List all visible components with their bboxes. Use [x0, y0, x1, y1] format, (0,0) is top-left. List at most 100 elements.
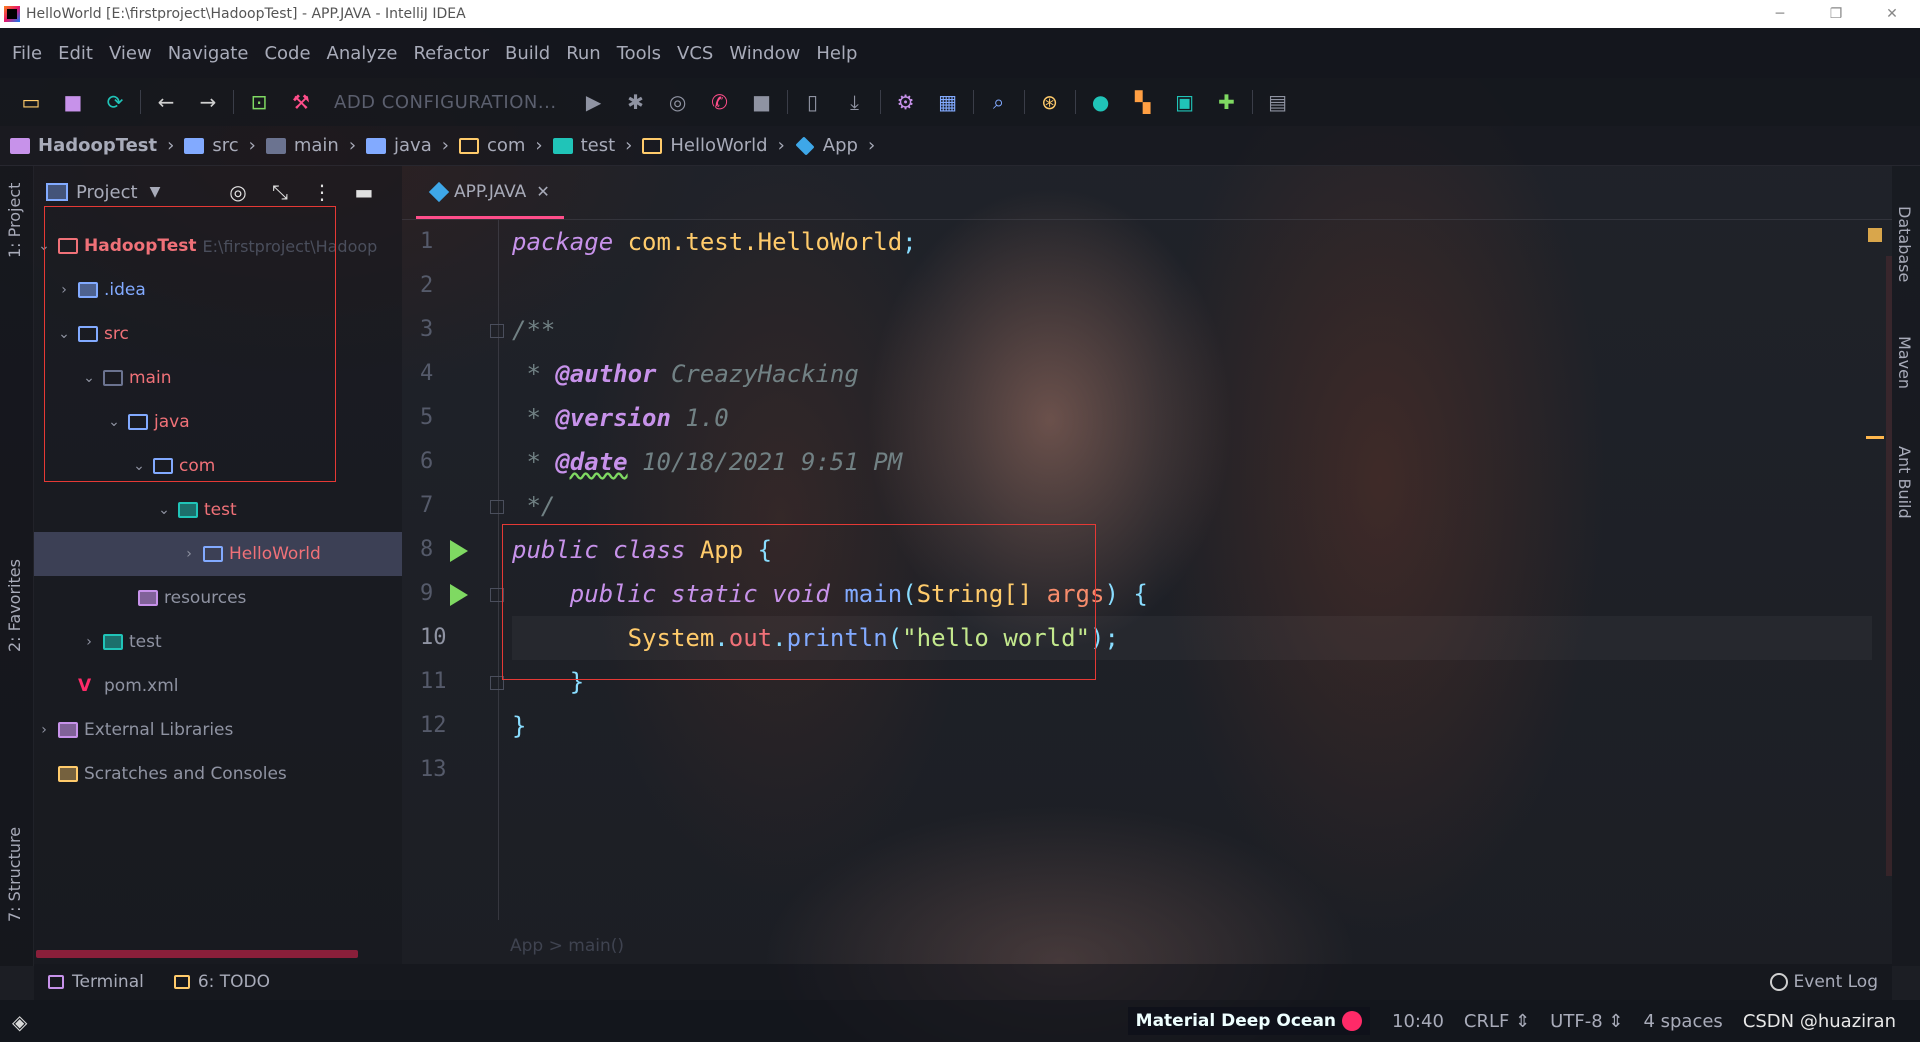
- file-encoding[interactable]: UTF-8 ⇕: [1550, 1011, 1623, 1032]
- breadcrumb-src[interactable]: src: [184, 135, 239, 156]
- terminal-tool-tab[interactable]: Terminal: [48, 972, 144, 992]
- search-icon[interactable]: ⌕: [984, 87, 1014, 117]
- hide-panel-icon[interactable]: ▬: [350, 180, 378, 204]
- menu-build[interactable]: Build: [497, 43, 558, 64]
- caret-position[interactable]: 10:40: [1392, 1011, 1444, 1032]
- vcs-icon[interactable]: ●: [1086, 87, 1116, 117]
- line-number: 13: [420, 757, 447, 782]
- structure-tool-tab[interactable]: 7: Structure: [5, 827, 24, 922]
- menu-tools[interactable]: Tools: [609, 43, 669, 64]
- bookmark-icon[interactable]: ▯: [798, 87, 828, 117]
- more-options-icon[interactable]: ⋮: [308, 180, 336, 204]
- menu-analyze[interactable]: Analyze: [319, 43, 406, 64]
- plugin-icon[interactable]: ⊛: [1035, 87, 1065, 117]
- maven-tool-tab[interactable]: Maven: [1895, 336, 1914, 389]
- breadcrumb-main[interactable]: main: [265, 135, 339, 156]
- terminal-icon[interactable]: ⊡: [244, 87, 274, 117]
- build-hammer-icon[interactable]: ⚒: [286, 87, 316, 117]
- breadcrumb-test[interactable]: test: [552, 135, 615, 156]
- tree-item-scratches[interactable]: Scratches and Consoles: [34, 752, 402, 796]
- layers-icon[interactable]: ◈: [12, 1010, 34, 1034]
- close-icon[interactable]: ✕: [536, 182, 549, 201]
- tree-item-helloworld[interactable]: › HelloWorld: [34, 532, 402, 576]
- favorites-tool-tab[interactable]: 2: Favorites: [5, 559, 24, 652]
- breadcrumb-helloworld[interactable]: HelloWorld: [642, 135, 768, 156]
- editor-footer-breadcrumb[interactable]: App > main(): [510, 936, 624, 956]
- inspection-status-icon[interactable]: [1868, 228, 1882, 242]
- back-icon[interactable]: ←: [151, 87, 181, 117]
- tool-window-icon[interactable]: ▣: [1170, 87, 1200, 117]
- tree-item-resources[interactable]: resources: [34, 576, 402, 620]
- debug-icon[interactable]: ✱: [621, 87, 651, 117]
- theme-badge[interactable]: Material Deep Ocean: [1127, 1007, 1371, 1035]
- tree-item-pom[interactable]: V pom.xml: [34, 664, 402, 708]
- profile-icon[interactable]: ✆: [705, 87, 735, 117]
- panel-progress-bar: [36, 950, 358, 958]
- breadcrumb-app[interactable]: App: [795, 135, 858, 156]
- error-stripe-mark[interactable]: [1866, 436, 1884, 439]
- todo-tool-tab[interactable]: 6: TODO: [173, 972, 270, 992]
- presentation-icon[interactable]: ▤: [1263, 87, 1293, 117]
- download-icon[interactable]: ⤓: [840, 87, 870, 117]
- chevron-right-icon: ›: [625, 135, 633, 156]
- menu-view[interactable]: View: [101, 43, 160, 64]
- breadcrumb-com[interactable]: com: [458, 135, 525, 156]
- menu-edit[interactable]: Edit: [50, 43, 101, 64]
- fold-icon[interactable]: [490, 324, 504, 338]
- database-tool-tab[interactable]: Database: [1895, 206, 1914, 282]
- indent-setting[interactable]: 4 spaces: [1643, 1011, 1722, 1032]
- run-icon[interactable]: ▶: [579, 87, 609, 117]
- event-log-tab[interactable]: Event Log: [1769, 972, 1878, 992]
- close-window-button[interactable]: ✕: [1864, 0, 1920, 28]
- chevron-right-icon[interactable]: ›: [34, 722, 54, 738]
- tree-item-label: External Libraries: [84, 720, 234, 740]
- minimize-button[interactable]: ─: [1752, 0, 1808, 28]
- locate-target-icon[interactable]: ◎: [224, 180, 252, 204]
- ant-build-tool-tab[interactable]: Ant Build: [1895, 446, 1914, 519]
- puzzle-icon[interactable]: ✚: [1212, 87, 1242, 117]
- code-area[interactable]: package com.test.HelloWorld; /** * @auth…: [512, 220, 1872, 792]
- resources-folder-icon: [138, 590, 158, 606]
- sync-icon[interactable]: ⟳: [100, 87, 130, 117]
- menu-window[interactable]: Window: [721, 43, 808, 64]
- menu-navigate[interactable]: Navigate: [160, 43, 257, 64]
- chevron-down-icon[interactable]: ⌄: [154, 502, 174, 518]
- toolbar-divider: [140, 90, 141, 114]
- tree-item-test-package[interactable]: ⌄ test: [34, 488, 402, 532]
- settings-icon[interactable]: ⚙: [891, 87, 921, 117]
- menu-refactor[interactable]: Refactor: [405, 43, 497, 64]
- menu-run[interactable]: Run: [558, 43, 609, 64]
- run-gutter-icon[interactable]: [450, 540, 468, 562]
- breadcrumb-java[interactable]: java: [366, 135, 432, 156]
- restore-button[interactable]: ❐: [1808, 0, 1864, 28]
- line-number: 8: [402, 528, 500, 572]
- structure-icon[interactable]: ▦: [933, 87, 963, 117]
- breadcrumb-hadooptest[interactable]: HadoopTest: [10, 135, 157, 156]
- line-separator[interactable]: CRLF ⇕: [1464, 1011, 1530, 1032]
- menu-code[interactable]: Code: [256, 43, 318, 64]
- coverage-icon[interactable]: ◎: [663, 87, 693, 117]
- project-tool-tab[interactable]: 1: Project: [5, 183, 24, 258]
- run-gutter-icon[interactable]: [450, 584, 468, 606]
- add-configuration-button[interactable]: ADD CONFIGURATION...: [334, 92, 557, 113]
- chevron-right-icon[interactable]: ›: [179, 546, 199, 562]
- save-icon[interactable]: ■: [58, 87, 88, 117]
- project-view-selector[interactable]: Project: [76, 182, 138, 203]
- vertical-scrollbar[interactable]: [1886, 256, 1892, 876]
- menu-help[interactable]: Help: [808, 43, 865, 64]
- menu-vcs[interactable]: VCS: [669, 43, 721, 64]
- tab-app-java[interactable]: APP.JAVA ✕: [416, 167, 564, 219]
- chevron-right-icon: ›: [441, 135, 449, 156]
- stop-icon[interactable]: ■: [747, 87, 777, 117]
- forward-icon[interactable]: →: [193, 87, 223, 117]
- chevron-right-icon[interactable]: ›: [79, 634, 99, 650]
- tree-item-test-folder[interactable]: › test: [34, 620, 402, 664]
- layout-icon[interactable]: ▚: [1128, 87, 1158, 117]
- collapse-all-icon[interactable]: ⤡: [266, 180, 294, 204]
- left-tool-stripe: 1: Project 2: Favorites 7: Structure: [0, 166, 34, 966]
- fold-icon[interactable]: [490, 500, 504, 514]
- tree-item-external-libraries[interactable]: › External Libraries: [34, 708, 402, 752]
- open-folder-icon[interactable]: ▭: [16, 87, 46, 117]
- menu-file[interactable]: File: [4, 43, 50, 64]
- chevron-down-icon[interactable]: ▼: [150, 184, 161, 200]
